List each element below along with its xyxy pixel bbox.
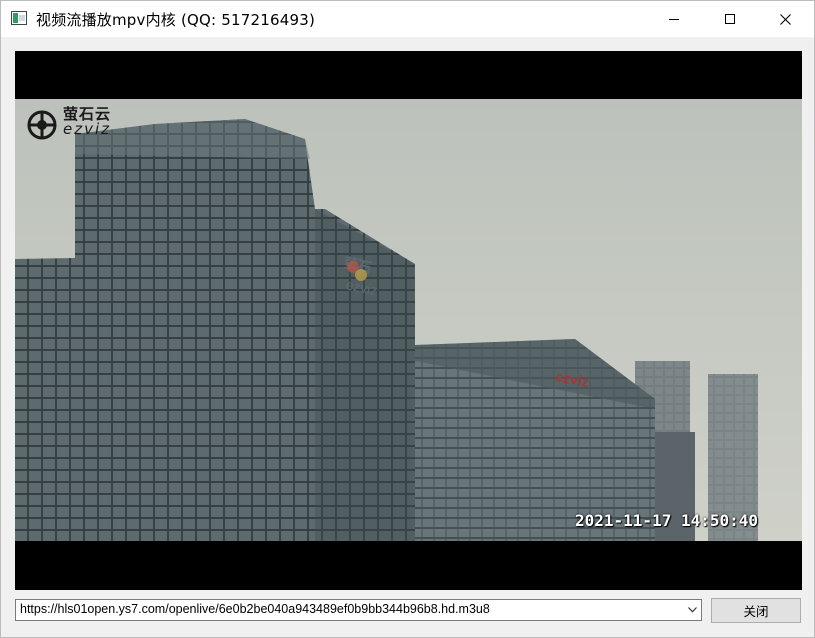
close-button[interactable]: 关闭 [711, 598, 801, 623]
maximize-button[interactable] [707, 1, 753, 37]
watermark-sub: ezviz [63, 120, 112, 138]
chevron-down-icon [687, 607, 697, 613]
stream-url-combobox[interactable]: https://hls01open.ys7.com/openlive/6e0b2… [15, 599, 702, 621]
video-timestamp: 2021-11-17 14:50:40 [575, 511, 759, 530]
url-dropdown-button[interactable] [683, 600, 701, 620]
minimize-icon [669, 18, 679, 20]
app-icon [11, 11, 27, 25]
close-window-button[interactable] [762, 1, 808, 37]
close-icon [779, 13, 791, 25]
title-bar[interactable]: 视频流播放mpv内核 (QQ: 517216493) [1, 1, 814, 37]
window-title: 视频流播放mpv内核 (QQ: 517216493) [36, 11, 316, 29]
stream-url-text: https://hls01open.ys7.com/openlive/6e0b2… [20, 602, 490, 616]
video-player[interactable]: ezviz 萤石 ezviz 萤石云 ezviz 2021-11-17 14:5… [15, 51, 802, 590]
ezviz-logo-icon [27, 110, 57, 140]
minimize-button[interactable] [651, 1, 697, 37]
app-window: 视频流播放mpv内核 (QQ: 517216493) ezviz ezviz 萤… [0, 0, 815, 638]
maximize-icon [725, 14, 735, 24]
video-frame: ezviz 萤石 ezviz 萤石云 ezviz 2021-11-17 14:5… [15, 99, 802, 541]
video-scene: ezviz 萤石 ezviz [15, 99, 802, 541]
